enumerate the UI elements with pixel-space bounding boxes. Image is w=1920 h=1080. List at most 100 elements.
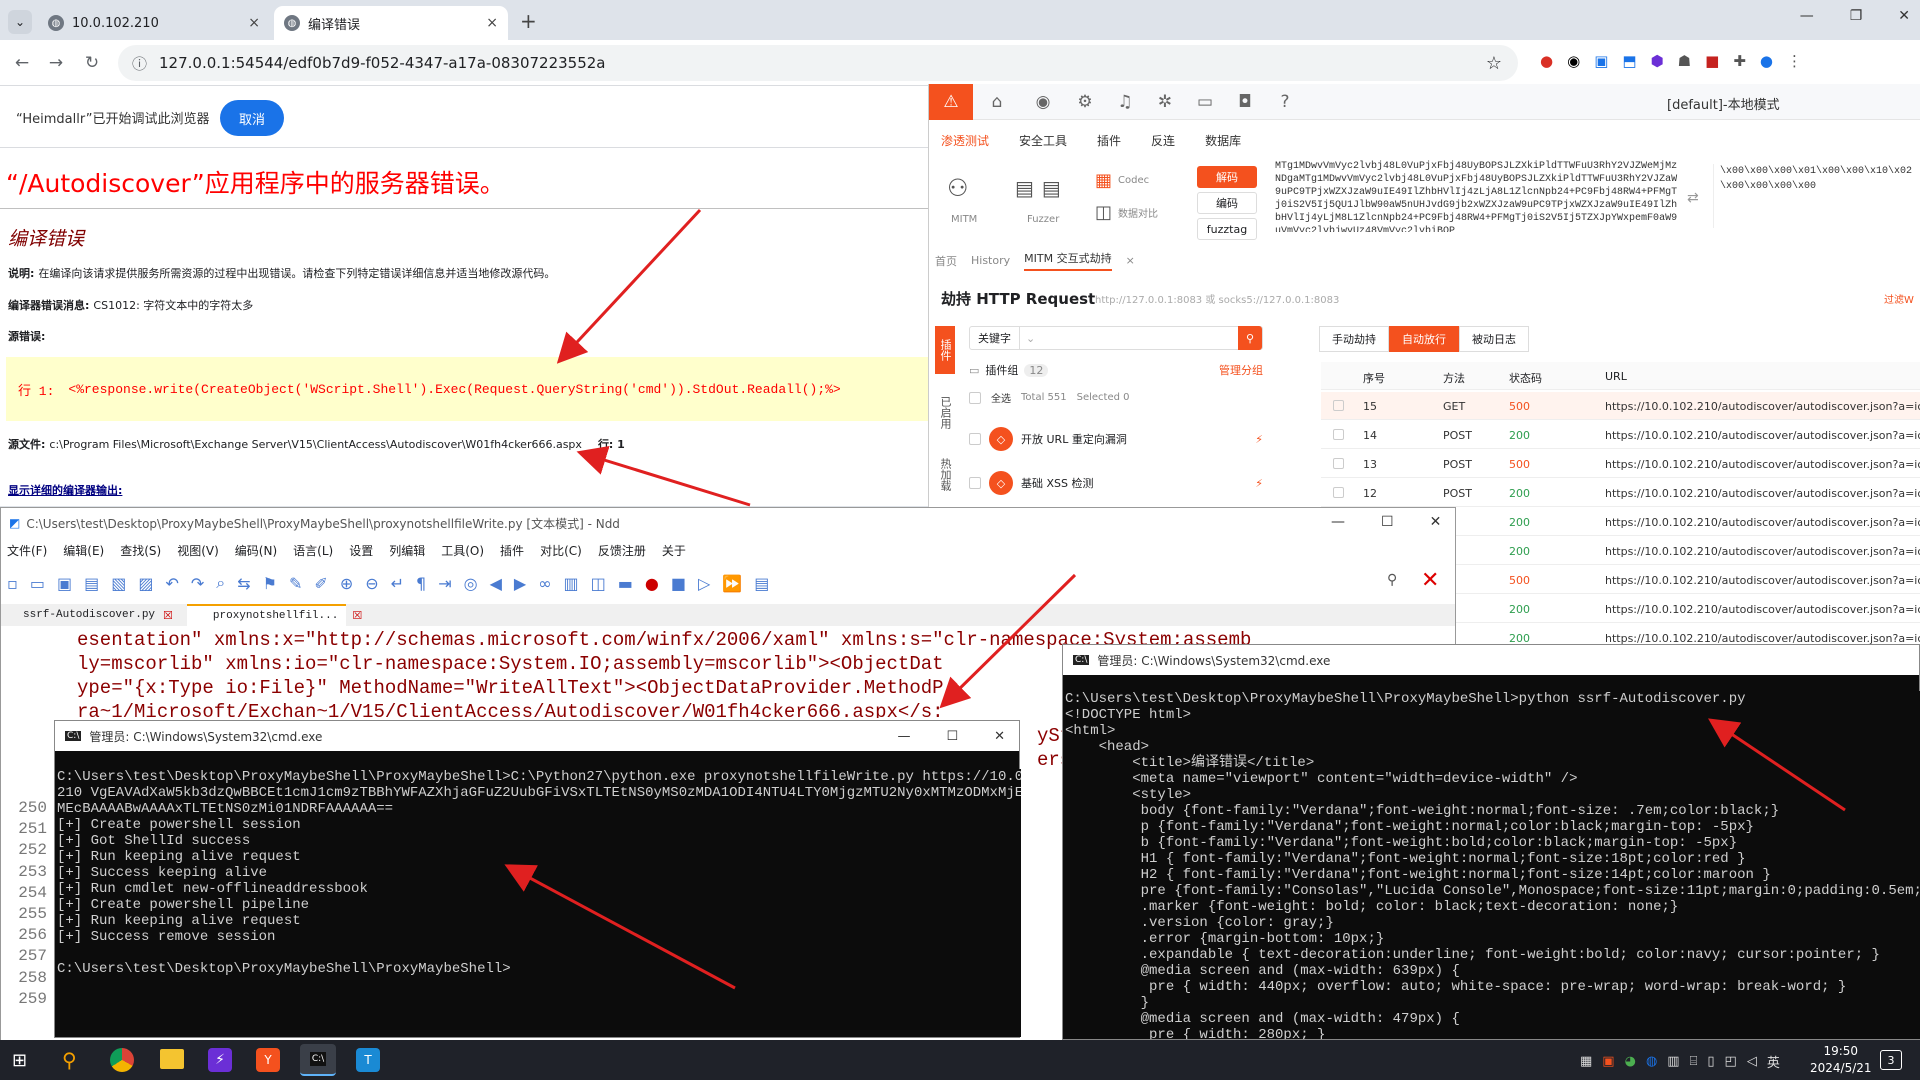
- windows-start-icon[interactable]: ⊞: [12, 1050, 27, 1071]
- bookmark-star-icon[interactable]: ☆: [1486, 53, 1502, 74]
- cancel-debug-button[interactable]: 取消: [220, 100, 284, 136]
- cmd-output-right[interactable]: C:\Users\test\Desktop\ProxyMaybeShell\Pr…: [1063, 691, 1920, 1039]
- bookmark-icon[interactable]: ⚑: [263, 574, 277, 593]
- side-tab-enabled[interactable]: 已启用: [935, 382, 955, 442]
- menu-item[interactable]: 关于: [662, 542, 686, 559]
- help-icon[interactable]: ?: [1267, 84, 1303, 120]
- encode-button[interactable]: 编码: [1197, 192, 1257, 214]
- yakit-icon[interactable]: Y: [256, 1048, 280, 1072]
- menu-item[interactable]: 工具(O): [441, 542, 484, 559]
- lightning-icon[interactable]: ⚡: [1255, 433, 1263, 446]
- menu-dots-icon[interactable]: ⋮: [1787, 52, 1802, 70]
- chrome-icon[interactable]: [110, 1048, 134, 1072]
- table-row[interactable]: 14 POST 200 https://10.0.102.210/autodiscov…: [1321, 421, 1920, 449]
- ime-indicator[interactable]: 英: [1767, 1052, 1780, 1071]
- tab-search-icon[interactable]: ⌄: [8, 10, 32, 34]
- plugin-checkbox[interactable]: [969, 433, 981, 445]
- codec-input[interactable]: MTg1MDwvVmVyc2lvbj48L0VuPjxFbj48UyBOPSJL…: [1275, 160, 1679, 232]
- volume-icon[interactable]: ◁: [1747, 1054, 1757, 1069]
- menu-item[interactable]: 语言(L): [293, 542, 333, 559]
- menu-item[interactable]: 查找(S): [120, 542, 161, 559]
- row-checkbox[interactable]: [1333, 487, 1344, 498]
- warning-icon[interactable]: ⚠: [929, 84, 973, 120]
- settings-icon[interactable]: ⚙: [1067, 84, 1103, 120]
- pin-icon[interactable]: ⚲: [1387, 572, 1397, 588]
- indent-icon[interactable]: ⇥: [438, 574, 451, 593]
- tab-close-icon[interactable]: ×: [1126, 254, 1135, 267]
- zoom-in-icon[interactable]: ⊕: [340, 574, 353, 593]
- extension-icon[interactable]: ⬒: [1622, 52, 1636, 70]
- battery-icon[interactable]: ▯: [1707, 1054, 1714, 1069]
- row-checkbox[interactable]: [1333, 400, 1344, 411]
- menu-item[interactable]: 文件(F): [7, 542, 47, 559]
- save-icon[interactable]: ▣: [57, 574, 72, 593]
- tab-close-icon[interactable]: ☒: [163, 609, 173, 622]
- decode-button[interactable]: 解码: [1197, 166, 1257, 188]
- plugin-item[interactable]: ◇ 开放 URL 重定向漏洞 ⚡: [969, 424, 1263, 454]
- fuzztag-button[interactable]: fuzztag: [1197, 218, 1257, 240]
- translate-icon[interactable]: ▣: [1594, 52, 1608, 70]
- bell-icon[interactable]: ♫: [1107, 84, 1143, 120]
- maximize-button[interactable]: ☐: [946, 729, 958, 744]
- menu-item[interactable]: 反馈注册: [598, 542, 646, 559]
- swap-icon[interactable]: ⇄: [1687, 190, 1699, 206]
- minimize-button[interactable]: —: [1800, 8, 1814, 24]
- puzzle-icon[interactable]: ✚: [1733, 52, 1746, 70]
- column-icon[interactable]: ▥: [564, 574, 579, 593]
- tab-10-0-102-210[interactable]: ◍ 10.0.102.210 ×: [38, 6, 270, 40]
- file-tab[interactable]: ssrf-Autodiscover.py: [1, 609, 163, 621]
- close-file-icon[interactable]: ▧: [111, 574, 126, 593]
- tray-icon[interactable]: ◕: [1625, 1054, 1636, 1069]
- forward-icon[interactable]: →: [44, 51, 68, 75]
- restore-button[interactable]: ❐: [1850, 8, 1863, 24]
- file-tab-active[interactable]: proxynotshellfil...: [186, 604, 347, 626]
- file-explorer-icon[interactable]: [160, 1049, 184, 1069]
- cmd-output-left[interactable]: C:\Users\test\Desktop\ProxyMaybeShell\Pr…: [55, 769, 1021, 1037]
- menu-item[interactable]: 对比(C): [540, 542, 582, 559]
- site-info-icon[interactable]: ⓘ: [132, 53, 147, 74]
- cmd-taskbar-icon[interactable]: C:\: [300, 1044, 336, 1076]
- row-checkbox[interactable]: [1333, 429, 1344, 440]
- terminal-icon[interactable]: ▭: [1187, 84, 1223, 120]
- close-window-button[interactable]: ✕: [1898, 8, 1910, 24]
- close-tab-red-icon[interactable]: ✕: [1421, 568, 1439, 593]
- wrap-icon[interactable]: ↵: [391, 574, 404, 593]
- table-row[interactable]: 15 GET 500 https://10.0.102.210/autodiscove…: [1321, 392, 1920, 420]
- record-icon[interactable]: ●: [645, 574, 659, 593]
- reload-icon[interactable]: ↻: [80, 51, 104, 75]
- menu-item[interactable]: 编码(N): [235, 542, 277, 559]
- address-bar[interactable]: ⓘ 127.0.0.1:54544/edf0b7d9-f052-4347-a17…: [118, 45, 1518, 81]
- undo-icon[interactable]: ↶: [165, 574, 178, 593]
- user-avatar-icon[interactable]: ◉: [1025, 84, 1061, 120]
- tray-icon[interactable]: ▥: [1667, 1054, 1679, 1069]
- table-row[interactable]: 12 POST 200 https://10.0.102.210/autodiscov…: [1321, 479, 1920, 507]
- zoom-out-icon[interactable]: ⊖: [365, 574, 378, 593]
- clock[interactable]: 19:50 2024/5/21: [1810, 1043, 1872, 1077]
- codec-output[interactable]: \x00\x00\x00\x01\x00\x00\x10\x02\x00\x00…: [1713, 164, 1920, 228]
- tab-close-icon[interactable]: ☒: [352, 609, 362, 622]
- table-row[interactable]: 13 POST 500 https://10.0.102.210/autodiscov…: [1321, 450, 1920, 478]
- tray-icon[interactable]: ◍: [1646, 1054, 1657, 1069]
- close-window-button[interactable]: ✕: [1430, 514, 1442, 530]
- open-file-icon[interactable]: ▭: [30, 574, 45, 593]
- menu-reverse[interactable]: 反连: [1151, 132, 1175, 149]
- tab-compile-error[interactable]: ◍ 编译错误 ×: [274, 6, 508, 40]
- tab-history[interactable]: History: [971, 254, 1010, 267]
- menu-item[interactable]: 列编辑: [389, 542, 425, 559]
- plugin-item[interactable]: ◇ 基础 XSS 检测 ⚡: [969, 468, 1263, 498]
- extension-icon[interactable]: ●: [1540, 52, 1553, 70]
- extension-icon[interactable]: ☗: [1678, 52, 1691, 70]
- tray-icon[interactable]: ▣: [1602, 1054, 1614, 1069]
- search-icon[interactable]: ⚲: [1238, 326, 1262, 350]
- side-tab-plugins[interactable]: 插件: [935, 326, 955, 374]
- prev-icon[interactable]: ◀: [490, 574, 502, 593]
- select-all-checkbox[interactable]: [969, 391, 981, 404]
- tab-mitm[interactable]: MITM 交互式劫持: [1024, 250, 1112, 271]
- replace-icon[interactable]: ⇆: [237, 574, 250, 593]
- close-all-icon[interactable]: ▨: [138, 574, 153, 593]
- camera-icon[interactable]: ◘: [1227, 84, 1263, 120]
- bug-icon[interactable]: ✲: [1147, 84, 1183, 120]
- lightning-icon[interactable]: ⚡: [1255, 477, 1263, 490]
- tab-home[interactable]: 首页: [935, 253, 957, 269]
- menu-database[interactable]: 数据库: [1205, 132, 1241, 149]
